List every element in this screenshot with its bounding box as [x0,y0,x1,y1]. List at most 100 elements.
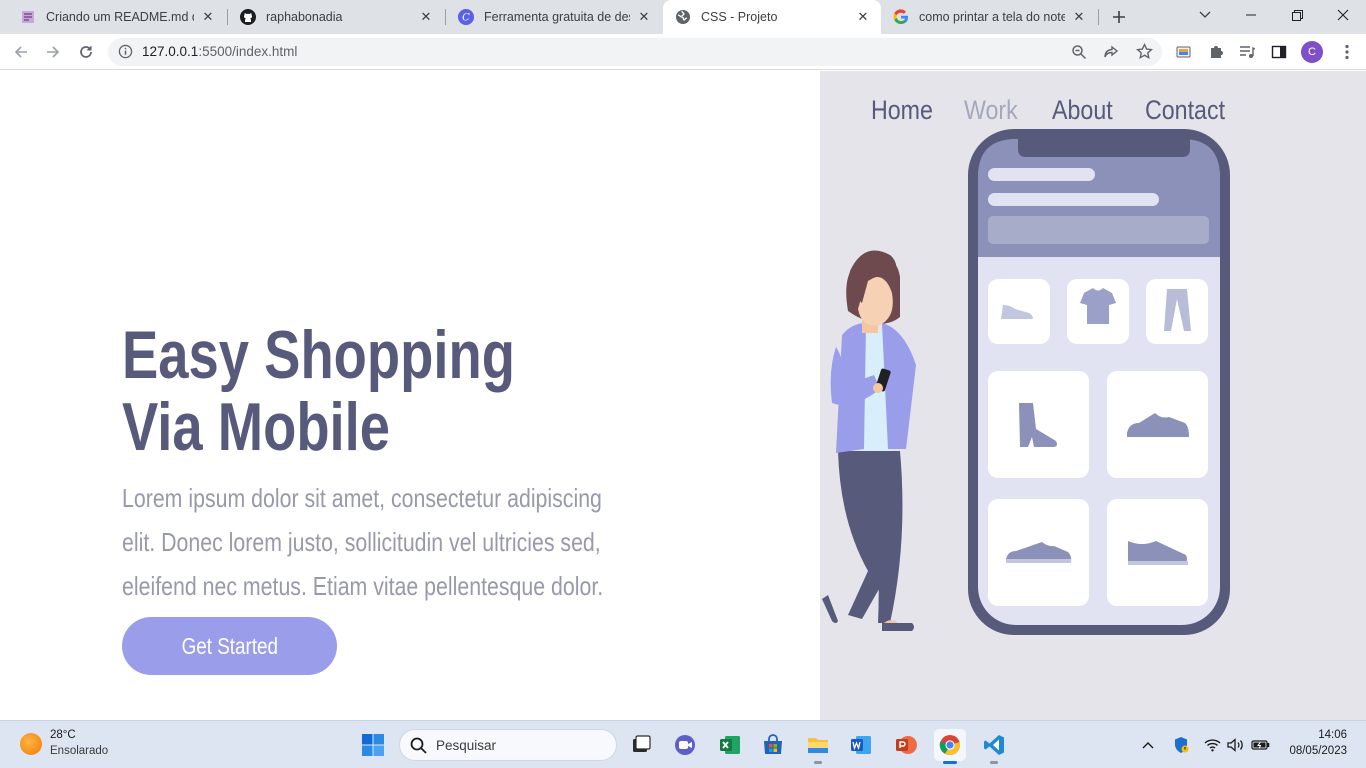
star-icon[interactable] [1136,42,1153,64]
shield-icon [1175,737,1189,753]
vscode-button[interactable] [978,729,1010,764]
back-button[interactable] [8,39,34,65]
minimize-icon [1246,14,1256,16]
taskbar-search[interactable]: Pesquisar [399,729,617,761]
shopping-illustration [822,129,1230,635]
windows-start-button[interactable] [357,729,389,761]
clock-date[interactable]: 08/05/2023 [1289,745,1347,757]
extension-button[interactable] [1171,39,1197,65]
get-started-button[interactable]: Get Started [122,617,337,675]
word-button[interactable] [845,729,877,761]
teams-button[interactable] [669,729,701,761]
tab-css-projeto[interactable]: CSS - Projeto ✕ [663,0,881,34]
teams-icon [675,735,695,755]
extensions-button[interactable] [1203,39,1229,65]
microsoft-store-button[interactable] [757,729,789,761]
battery-tray-button[interactable] [1250,735,1270,755]
close-icon[interactable]: ✕ [1071,9,1087,25]
hero-title-line: Easy Shopping [122,317,515,393]
wifi-icon [1204,739,1220,752]
product-card-pants [1146,279,1208,344]
powerpoint-icon [896,736,917,754]
url-host: 127.0.0.1 [142,44,199,59]
browser-toolbar: 127.0.0.1:5500/index.html C [0,34,1366,70]
side-panel-button[interactable] [1266,39,1292,65]
powerpoint-button[interactable] [890,729,922,761]
product-card-sneaker [1107,371,1208,478]
arrow-left-icon [14,46,27,58]
product-card-running-shoe [988,499,1089,606]
arrow-right-icon [47,46,60,58]
hero-description-line: elit. Donec lorem justo, sollicitudin ve… [122,527,601,557]
url-text[interactable]: 127.0.0.1:5500/index.html [142,44,297,59]
get-started-label: Get Started [181,632,278,659]
reload-button[interactable] [73,39,99,65]
close-icon[interactable]: ✕ [855,9,871,25]
tab-readme[interactable]: Criando um README.md dos ✕ [8,0,226,34]
tab-search-button[interactable] [1182,0,1228,30]
speaker-icon [1227,738,1243,752]
google-icon [893,9,909,25]
tab-title: Ferramenta gratuita de desig [484,10,630,24]
sun-icon[interactable] [20,733,42,755]
forward-button[interactable] [40,39,66,65]
tab-canva[interactable]: C Ferramenta gratuita de desig ✕ [446,0,662,34]
store-icon [764,734,782,754]
close-window-button[interactable] [1320,0,1366,30]
share-icon[interactable] [1103,44,1119,64]
globe-icon [675,9,691,25]
new-tab-button[interactable] [1106,5,1132,29]
close-icon[interactable]: ✕ [636,9,652,25]
security-tray-button[interactable] [1172,735,1190,755]
wifi-tray-button[interactable] [1203,735,1221,755]
file-explorer-button[interactable] [802,729,834,764]
readme-icon [20,9,36,25]
puzzle-icon [1211,46,1223,58]
windows-taskbar: 28°C Ensolarado Pesquisar 14:06 08/05/20… [0,720,1366,768]
tab-title: raphabonadia [266,10,343,24]
canva-icon: C [458,9,474,25]
tab-github[interactable]: raphabonadia ✕ [228,0,444,34]
web-page: Home Work About Contact Easy Shopping Vi… [0,71,1366,720]
tab-google[interactable]: como printar a tela do noteb ✕ [881,0,1097,34]
search-icon [410,737,427,754]
address-bar[interactable]: 127.0.0.1:5500/index.html [108,38,1162,66]
file-explorer-icon [808,738,828,753]
chevron-up-icon [1142,742,1154,749]
product-card-slip-on [1107,499,1208,606]
zoom-icon[interactable] [1071,44,1087,64]
media-control-button[interactable] [1234,39,1260,65]
restore-icon [1291,9,1303,21]
browser-tab-strip: Criando um README.md dos ✕ raphabonadia … [0,0,1366,34]
show-hidden-icons-button[interactable] [1140,735,1156,755]
info-icon[interactable] [118,44,133,63]
weather-temperature[interactable]: 28°C [50,729,76,741]
chrome-button[interactable] [934,729,966,764]
tab-title: como printar a tela do noteb [919,10,1065,24]
close-icon[interactable]: ✕ [200,9,216,25]
restore-button[interactable] [1274,0,1320,30]
task-view-button[interactable] [625,729,657,761]
battery-charging-icon [1250,740,1269,750]
svg-text:C: C [462,13,470,24]
minimize-button[interactable] [1228,0,1274,30]
excel-button[interactable] [714,729,746,761]
chevron-down-icon [1199,11,1211,18]
github-icon [240,9,256,25]
weather-description[interactable]: Ensolarado [50,745,108,757]
woman-illustration [822,250,916,631]
close-icon [1337,9,1349,21]
menu-button[interactable] [1334,39,1360,65]
word-icon [851,736,871,754]
tab-separator [1098,9,1099,25]
search-placeholder: Pesquisar [436,738,497,753]
product-card-shirt [1067,279,1129,344]
profile-avatar[interactable]: C [1301,41,1323,63]
clock-time[interactable]: 14:06 [1318,729,1347,741]
product-card-boot [988,371,1089,478]
volume-tray-button[interactable] [1227,735,1245,755]
close-icon[interactable]: ✕ [418,9,434,25]
more-vertical-icon [1345,44,1349,60]
url-path: :5500/index.html [198,44,298,59]
tab-title: CSS - Projeto [701,10,778,24]
